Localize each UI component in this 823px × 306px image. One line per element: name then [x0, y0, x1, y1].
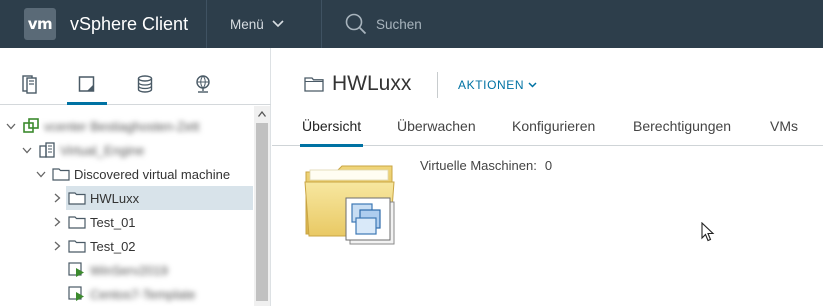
hosts-clusters-icon [22, 75, 37, 94]
top-header: vm vSphere Client Menü Suchen [0, 0, 823, 48]
object-header: HWLuxx [304, 72, 411, 96]
chevron-down-icon [528, 82, 537, 88]
networking-icon [196, 75, 210, 93]
tree-item[interactable]: Centos7-Template [0, 282, 254, 306]
tree-item-label: Test_02 [90, 238, 136, 254]
tab-vms[interactable]: VMs [770, 118, 798, 146]
tree-item-label: HWLuxx [90, 190, 140, 206]
tab-storage[interactable] [133, 72, 157, 96]
actions-label: AKTIONEN [458, 78, 525, 92]
folder-icon [304, 77, 324, 92]
navigator-tabs [0, 48, 271, 105]
mouse-cursor-icon [701, 222, 715, 242]
chevron-down-icon [272, 20, 284, 28]
tab-networking[interactable] [191, 72, 215, 96]
vm-count-value: 0 [544, 158, 553, 173]
tree-item[interactable]: vcenter Bestiaghosten-Zett [0, 114, 254, 138]
search-icon [345, 13, 367, 35]
app-title[interactable]: vSphere Client [70, 14, 188, 35]
title-divider [437, 72, 438, 98]
vm-count-label: Virtuelle Maschinen: [420, 158, 537, 173]
tree-item[interactable]: Discovered virtual machine [0, 162, 254, 186]
scroll-up-icon[interactable] [254, 106, 270, 122]
tree-item-label: WinServ2019 [90, 262, 169, 278]
chevron-down-icon[interactable] [20, 143, 34, 157]
storage-icon [137, 75, 153, 93]
chevron-right-icon[interactable] [50, 191, 64, 205]
chevron-down-icon[interactable] [34, 167, 48, 181]
tree-item-label: Virtual_Engine [60, 142, 145, 158]
tree-item[interactable]: Virtual_Engine [0, 138, 254, 162]
tree-item-label: vcenter Bestiaghosten-Zett [44, 118, 200, 134]
menu-label: Menü [230, 16, 264, 32]
folder-icon [68, 214, 86, 230]
vms-templates-icon [78, 76, 95, 92]
tree-item[interactable]: Test_01 [0, 210, 254, 234]
tree-item-label: Discovered virtual machine [74, 166, 231, 182]
header-divider [206, 0, 207, 48]
tab-hosts-clusters[interactable] [18, 72, 42, 96]
folder-icon [68, 190, 86, 206]
tab-vms-templates[interactable] [67, 72, 107, 105]
folder-icon [68, 238, 86, 254]
vm-folder-icon [304, 164, 400, 253]
vm-count-summary: Virtuelle Maschinen: 0 [420, 158, 552, 173]
tree-scrollbar[interactable] [254, 106, 270, 306]
header-divider [321, 0, 322, 48]
tree-item[interactable]: HWLuxx [0, 186, 254, 210]
tab-monitor[interactable]: Überwachen [397, 118, 476, 146]
tree-item[interactable]: WinServ2019 [0, 258, 254, 282]
chevron-right-icon[interactable] [50, 239, 64, 253]
tree-item[interactable]: Test_02 [0, 234, 254, 258]
page-title: HWLuxx [332, 72, 412, 95]
chevron-down-icon[interactable] [4, 119, 18, 133]
object-tabs: Übersicht Überwachen Konfigurieren Berec… [272, 110, 823, 147]
tab-configure[interactable]: Konfigurieren [512, 118, 595, 146]
tab-summary[interactable]: Übersicht [299, 118, 364, 147]
folder-icon [52, 166, 70, 182]
object-panel: HWLuxx AKTIONEN Übersicht Überwachen Kon… [272, 48, 823, 306]
tree-item-label: Centos7-Template [90, 286, 196, 302]
navigator-panel: vcenter Bestiaghosten-Zett Virtual_Engin… [0, 48, 271, 306]
vm-running-icon [68, 262, 86, 278]
vcenter-icon [22, 118, 40, 134]
vm-running-icon [68, 286, 86, 302]
tree-item-label: Test_01 [90, 214, 136, 230]
vmware-logo[interactable]: vm [24, 8, 56, 40]
search-input[interactable]: Suchen [376, 17, 422, 32]
global-search[interactable]: Suchen [345, 0, 422, 48]
scrollbar-thumb[interactable] [256, 123, 268, 301]
menu-button[interactable]: Menü [230, 0, 284, 48]
datacenter-icon [38, 142, 56, 158]
chevron-right-icon[interactable] [50, 215, 64, 229]
inventory-tree: vcenter Bestiaghosten-Zett Virtual_Engin… [0, 106, 254, 306]
actions-button[interactable]: AKTIONEN [458, 78, 537, 92]
tab-permissions[interactable]: Berechtigungen [633, 118, 731, 146]
